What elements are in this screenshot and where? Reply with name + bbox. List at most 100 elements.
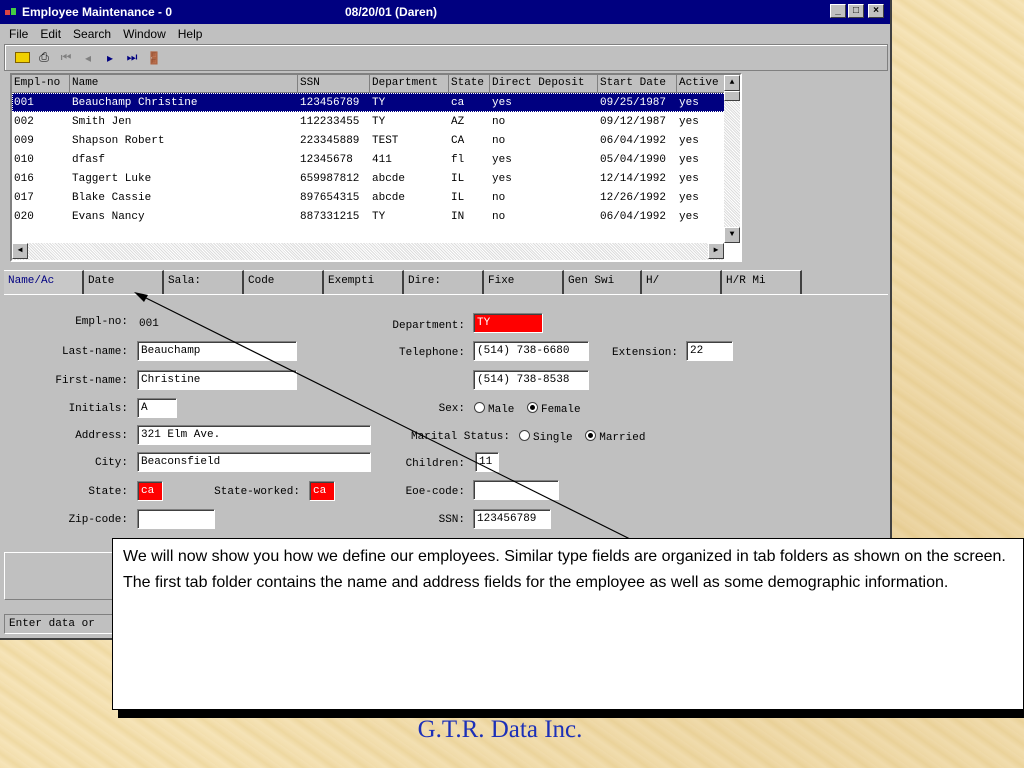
table-cell: IL	[451, 172, 465, 185]
initials-field[interactable]: A	[137, 398, 177, 418]
table-cell: abcde	[372, 191, 406, 204]
table-row[interactable]: 009 Shapson Robert 223345889 TEST CA no 06/04/…	[12, 131, 740, 150]
menu-window[interactable]: Window	[118, 27, 171, 41]
marital-single-radio[interactable]	[519, 430, 530, 441]
last-name-label: Last-name:	[61, 346, 128, 358]
table-row[interactable]: 001 Beauchamp Christine 123456789 TY ca yes 09…	[12, 93, 740, 112]
tab-direct[interactable]: Dire:	[404, 270, 484, 294]
tab-strip: Name/Ac Date Sala: Code Exempti Dire: Fi…	[4, 270, 802, 294]
table-cell: abcde	[372, 172, 406, 185]
table-cell: no	[492, 191, 506, 204]
table-cell: 009	[14, 134, 34, 147]
table-row[interactable]: 002 Smith Jen 112233455 TY AZ no 09/12/1987 yes	[12, 112, 740, 131]
menu-bar: File Edit Search Window Help	[0, 24, 890, 44]
tab-hr[interactable]: H/	[642, 270, 722, 294]
department-field[interactable]: TY	[473, 313, 543, 333]
zip-code-field[interactable]	[137, 509, 215, 529]
sex-female-radio[interactable]	[527, 402, 539, 413]
telephone-2-field[interactable]: (514) 738-8538	[473, 370, 589, 390]
telephone-field[interactable]: (514) 738-6680	[473, 341, 589, 361]
last-record-icon[interactable]: ⏭	[123, 49, 141, 67]
next-record-icon[interactable]: ▸	[101, 49, 119, 67]
tab-hr-misc[interactable]: H/R Mi	[722, 270, 802, 294]
table-cell: TY	[372, 96, 386, 109]
open-folder-icon[interactable]	[13, 49, 31, 67]
table-cell: 112233455	[300, 115, 360, 128]
table-cell: 010	[14, 153, 34, 166]
menu-search[interactable]: Search	[68, 27, 116, 41]
table-cell: yes	[492, 153, 512, 166]
print-icon[interactable]: ⎙	[35, 49, 53, 67]
menu-help[interactable]: Help	[173, 27, 208, 41]
extension-field[interactable]: 22	[686, 341, 733, 361]
scroll-down-icon[interactable]: ▼	[724, 227, 740, 243]
callout-box: We will now show you how we define our e…	[112, 538, 1024, 710]
scroll-thumb[interactable]	[724, 91, 740, 101]
first-record-icon[interactable]: ⏮	[57, 49, 75, 67]
tab-exemption[interactable]: Exempti	[324, 270, 404, 294]
menu-file[interactable]: File	[4, 27, 33, 41]
column-header[interactable]: Direct Deposit	[490, 75, 598, 93]
window-title: Employee Maintenance - 0	[22, 5, 173, 19]
column-header[interactable]: Department	[370, 75, 449, 93]
scroll-left-icon[interactable]: ◀	[12, 243, 28, 259]
children-field[interactable]: 11	[475, 452, 499, 472]
title-bar[interactable]: Employee Maintenance - 0 08/20/01 (Daren…	[0, 0, 890, 24]
tab-name-address[interactable]: Name/Ac	[4, 270, 84, 294]
previous-record-icon[interactable]: ◂	[79, 49, 97, 67]
table-row[interactable]: 016 Taggert Luke 659987812 abcde IL yes 12/14/…	[12, 169, 740, 188]
address-field[interactable]: 321 Elm Ave.	[137, 425, 371, 445]
horizontal-scrollbar[interactable]: ◀ ▶	[12, 243, 724, 260]
table-cell: 016	[14, 172, 34, 185]
table-row[interactable]: 020 Evans Nancy 887331215 TY IN no 06/04/1992 y…	[12, 207, 740, 226]
menu-edit[interactable]: Edit	[35, 27, 66, 41]
table-row[interactable]: 010 dfasf 12345678 411 fl yes 05/04/1990 yes	[12, 150, 740, 169]
minimize-button[interactable]: _	[830, 4, 846, 18]
column-header[interactable]: Empl-no	[12, 75, 70, 93]
city-field[interactable]: Beaconsfield	[137, 452, 371, 472]
state-field[interactable]: ca	[137, 481, 163, 501]
table-row[interactable]: 017 Blake Cassie 897654315 abcde IL no 12/26/1…	[12, 188, 740, 207]
table-cell: TY	[372, 210, 386, 223]
scroll-up-icon[interactable]: ▲	[724, 75, 740, 91]
grid-header: Empl-no Name SSN Department State Direct…	[12, 75, 740, 93]
tab-salary[interactable]: Sala:	[164, 270, 244, 294]
marital-status-label: Marital Status:	[410, 431, 510, 443]
table-cell: 123456789	[300, 96, 360, 109]
last-name-field[interactable]: Beauchamp	[137, 341, 297, 361]
sex-male-radio[interactable]	[474, 402, 485, 413]
table-cell: Shapson Robert	[72, 134, 165, 147]
table-cell: 05/04/1990	[600, 153, 667, 166]
marital-married-radio[interactable]	[585, 430, 597, 441]
first-name-field[interactable]: Christine	[137, 370, 297, 390]
tab-code[interactable]: Code	[244, 270, 324, 294]
city-label: City:	[94, 457, 128, 469]
empl-no-label: Empl-no:	[75, 316, 128, 328]
column-header[interactable]: Active	[677, 75, 725, 93]
ssn-field[interactable]: 123456789	[473, 509, 551, 529]
sex-label: Sex:	[438, 403, 465, 415]
vertical-scrollbar[interactable]: ▲ ▼	[724, 75, 740, 243]
maximize-button[interactable]: □	[848, 4, 864, 18]
table-cell: 020	[14, 210, 34, 223]
table-cell: TY	[372, 115, 386, 128]
column-header[interactable]: SSN	[298, 75, 370, 93]
tab-fixed[interactable]: Fixe	[484, 270, 564, 294]
eoe-code-field[interactable]	[473, 480, 559, 500]
table-cell: yes	[679, 191, 699, 204]
table-cell: 06/04/1992	[600, 134, 667, 147]
close-button[interactable]: ×	[868, 4, 884, 18]
column-header[interactable]: Start Date	[598, 75, 677, 93]
table-cell: ca	[451, 96, 465, 109]
column-header[interactable]: State	[449, 75, 490, 93]
table-cell: yes	[492, 96, 512, 109]
tab-gen-switch[interactable]: Gen Swi	[564, 270, 642, 294]
tab-date[interactable]: Date	[84, 270, 164, 294]
exit-door-icon[interactable]: 🚪	[145, 49, 163, 67]
state-worked-field[interactable]: ca	[309, 481, 335, 501]
column-header[interactable]: Name	[70, 75, 298, 93]
employee-grid[interactable]: Empl-no Name SSN Department State Direct…	[10, 73, 742, 262]
children-label: Children:	[405, 458, 465, 470]
marital-single-label: Single	[533, 432, 573, 444]
scroll-right-icon[interactable]: ▶	[708, 243, 724, 259]
